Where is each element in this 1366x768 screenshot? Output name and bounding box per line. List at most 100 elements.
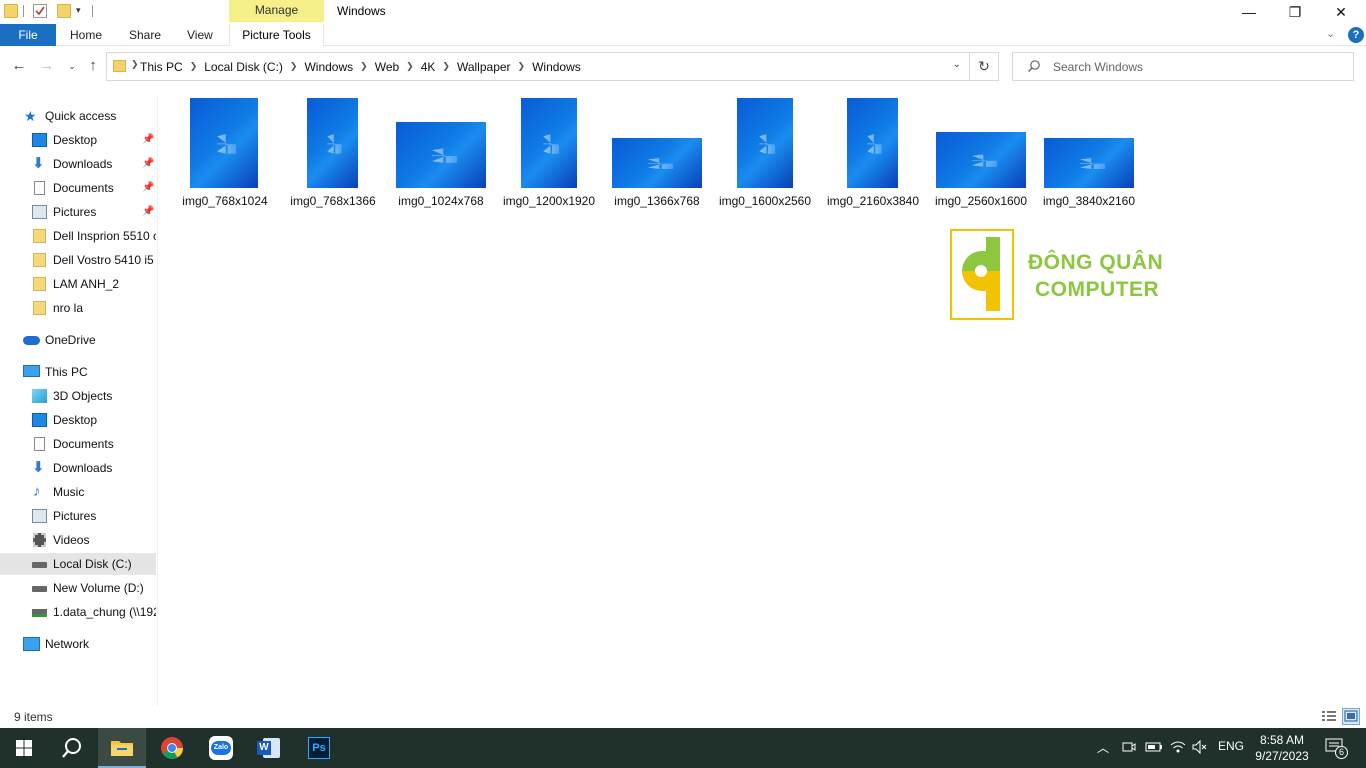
music-note-icon: ♪ [33, 483, 41, 500]
battery-icon[interactable] [1145, 740, 1163, 757]
folder-icon[interactable] [4, 4, 18, 18]
item-count: 9 items [14, 710, 53, 724]
breadcrumb-item[interactable]: 4K [418, 60, 439, 74]
nav-downloads[interactable]: ⬇ Downloads [0, 457, 156, 479]
up-button[interactable]: ↑ [84, 57, 102, 74]
close-button[interactable]: ✕ [1318, 0, 1364, 24]
navigation-pane: ★ Quick access Desktop 📌 ⬇ Downloads 📌 D… [0, 96, 158, 706]
pin-icon[interactable]: 📌 [142, 153, 154, 175]
nav-network[interactable]: Network [0, 633, 156, 655]
recent-locations-button[interactable]: ⌄ [63, 61, 81, 72]
arrow-left-icon: ← [11, 57, 27, 74]
breadcrumb-item[interactable]: Windows [529, 60, 584, 74]
input-language[interactable]: ENG [1218, 739, 1244, 753]
date: 9/27/2023 [1255, 749, 1309, 763]
breadcrumb-item[interactable]: Local Disk (C:) [201, 60, 286, 74]
tab-picture-tools[interactable]: Picture Tools [229, 24, 324, 46]
volume-muted-icon[interactable] [1192, 739, 1208, 757]
back-button[interactable]: ← [10, 57, 28, 74]
breadcrumb-item[interactable]: Wallpaper [454, 60, 514, 74]
file-name: img0_1024x768 [398, 194, 484, 208]
clock[interactable]: 8:58 AM 9/27/2023 [1250, 732, 1314, 764]
pin-icon[interactable]: 📌 [142, 177, 154, 199]
file-explorer-taskbar-button[interactable] [98, 728, 146, 768]
file-explorer-icon [111, 741, 133, 756]
forward-button[interactable]: → [38, 57, 56, 74]
nav-qa-folder[interactable]: Dell Insprion 5510 c [0, 225, 156, 247]
start-button[interactable] [0, 728, 48, 768]
nav-network-drive[interactable]: 1.data_chung (\\192 [0, 601, 156, 623]
word-taskbar-button[interactable]: W [245, 728, 293, 768]
minimize-button[interactable]: — [1226, 0, 1272, 24]
tab-file[interactable]: File [0, 24, 56, 46]
tab-manage[interactable]: Manage [229, 0, 324, 22]
chevron-right-icon[interactable]: ❯ [186, 61, 202, 72]
pin-icon[interactable]: 📌 [142, 201, 154, 223]
nav-qa-downloads[interactable]: ⬇ Downloads 📌 [0, 153, 156, 175]
refresh-button[interactable]: ↻ [970, 52, 999, 81]
chrome-taskbar-button[interactable] [148, 728, 196, 768]
nav-qa-folder[interactable]: LAM ANH_2 [0, 273, 156, 295]
nav-qa-folder[interactable]: Dell Vostro 5410 i5 [0, 249, 156, 271]
nav-this-pc[interactable]: This PC [0, 361, 156, 383]
large-icons-view-button[interactable] [1342, 708, 1360, 725]
new-folder-icon[interactable] [57, 4, 71, 18]
nav-desktop[interactable]: Desktop [0, 409, 156, 431]
pin-icon[interactable]: 📌 [142, 129, 154, 151]
nav-documents[interactable]: Documents [0, 433, 156, 455]
zalo-taskbar-button[interactable]: Zalo [197, 728, 245, 768]
chevron-right-icon[interactable]: ❯ [402, 61, 418, 72]
help-button[interactable]: ? [1348, 27, 1364, 43]
qat-customize-icon[interactable]: ▾ [76, 5, 81, 16]
properties-icon[interactable] [33, 4, 47, 18]
computer-icon [23, 365, 40, 377]
tab-share[interactable]: Share [129, 24, 161, 46]
show-hidden-icons-button[interactable]: ︿ [1097, 739, 1109, 756]
meet-now-icon[interactable] [1122, 740, 1136, 757]
search-placeholder: Search Windows [1053, 60, 1144, 74]
nav-label: Videos [53, 533, 90, 547]
nav-local-disk-c[interactable]: Local Disk (C:) [0, 553, 156, 575]
chevron-down-icon: ⌄ [68, 61, 76, 71]
nav-qa-documents[interactable]: Documents 📌 [0, 177, 156, 199]
chevron-down-icon[interactable]: ⌄ [953, 59, 961, 70]
nav-qa-pictures[interactable]: Pictures 📌 [0, 201, 156, 223]
nav-qa-desktop[interactable]: Desktop 📌 [0, 129, 156, 151]
tab-view[interactable]: View [187, 24, 213, 46]
address-bar[interactable]: ❯ This PC ❯ Local Disk (C:) ❯ Windows ❯ … [106, 52, 970, 81]
breadcrumb-item[interactable]: Windows [301, 60, 356, 74]
details-view-button[interactable] [1320, 708, 1338, 725]
notification-center-button[interactable]: 6 [1325, 738, 1348, 759]
file-name: img0_2160x3840 [826, 194, 920, 208]
file-name: img0_3840x2160 [1042, 194, 1136, 208]
photoshop-taskbar-button[interactable]: Ps [295, 728, 343, 768]
nav-label: Pictures [53, 205, 97, 219]
search-input[interactable]: Search Windows [1012, 52, 1354, 81]
cube-icon [32, 389, 47, 403]
nav-videos[interactable]: Videos [0, 529, 156, 551]
search-icon [1028, 60, 1040, 72]
wifi-icon[interactable] [1170, 740, 1186, 757]
chevron-right-icon[interactable]: ❯ [356, 61, 372, 72]
chevron-right-icon[interactable]: ❯ [514, 61, 530, 72]
chevron-right-icon[interactable]: ❯ [286, 61, 302, 72]
nav-label: Music [53, 485, 85, 499]
breadcrumb-item[interactable]: This PC [137, 60, 186, 74]
chevron-right-icon[interactable]: ❯ [438, 61, 454, 72]
document-icon [34, 437, 45, 451]
tab-home[interactable]: Home [70, 24, 102, 46]
nav-music[interactable]: ♪ Music [0, 481, 156, 503]
nav-pictures[interactable]: Pictures [0, 505, 156, 527]
chevron-down-icon[interactable]: ⌄ [1326, 27, 1335, 40]
nav-onedrive[interactable]: OneDrive [0, 329, 156, 351]
nav-label: OneDrive [45, 333, 96, 347]
nav-quick-access[interactable]: ★ Quick access [0, 105, 156, 127]
breadcrumb-item[interactable]: Web [372, 60, 402, 74]
pictures-icon [32, 205, 47, 219]
nav-label: Downloads [53, 461, 113, 475]
nav-qa-folder[interactable]: nro la [0, 297, 156, 319]
nav-new-volume-d[interactable]: New Volume (D:) [0, 577, 156, 599]
search-button[interactable] [48, 728, 96, 768]
nav-3d-objects[interactable]: 3D Objects [0, 385, 156, 407]
restore-button[interactable]: ❐ [1272, 0, 1318, 24]
